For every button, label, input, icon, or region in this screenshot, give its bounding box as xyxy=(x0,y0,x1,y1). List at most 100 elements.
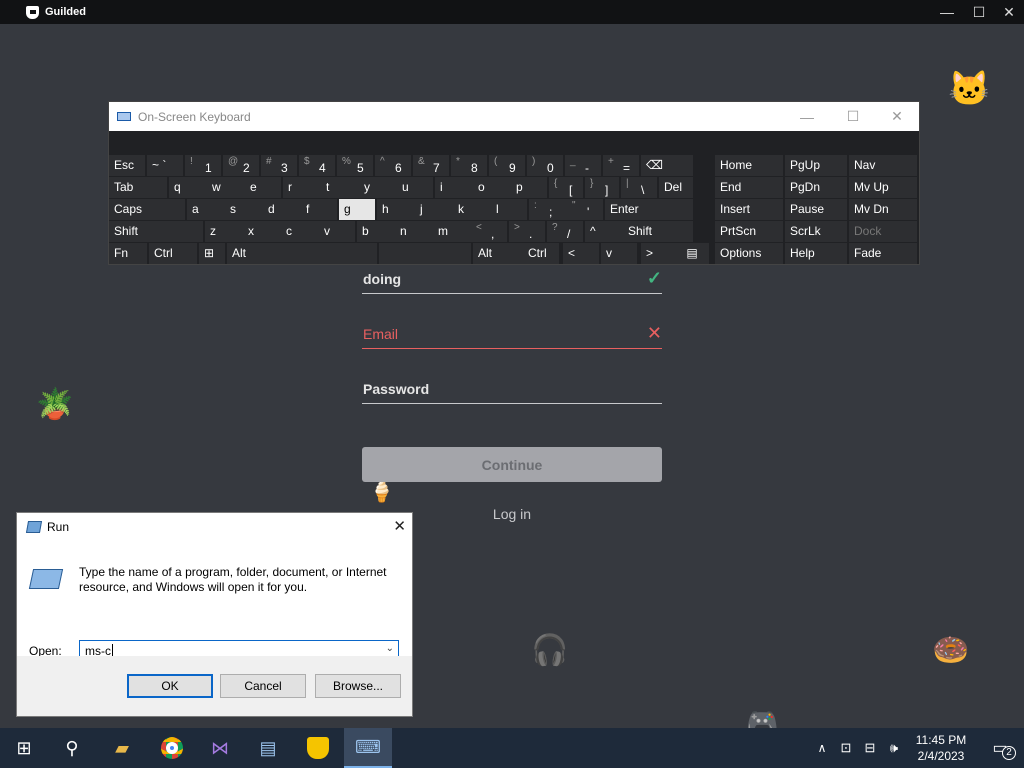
osk-key-2[interactable]: @2 xyxy=(223,155,259,176)
osk-key-symbol1-13[interactable]: | \ xyxy=(621,177,657,198)
windows-start-icon[interactable]: ⊞ xyxy=(0,728,48,768)
ethernet-icon[interactable]: ⊟ xyxy=(858,728,882,768)
osk-key-3[interactable]: #3 xyxy=(261,155,297,176)
osk-key-prtscn[interactable]: PrtScn xyxy=(715,221,783,242)
osk-key-r[interactable]: r xyxy=(283,177,321,198)
osk-key-j[interactable]: j xyxy=(415,199,453,220)
on-screen-keyboard-app-icon[interactable]: ⌨ xyxy=(344,728,392,768)
osk-key-u[interactable]: u xyxy=(397,177,433,198)
chevron-up-icon[interactable]: ∧ xyxy=(810,728,834,768)
network-icon[interactable]: ⊡ xyxy=(834,728,858,768)
osk-minimize-button[interactable]: — xyxy=(785,102,829,131)
osk-key-c[interactable]: c xyxy=(281,221,319,242)
osk-key-symbol2-11[interactable]: " ' xyxy=(567,199,603,220)
osk-key-4[interactable]: $4 xyxy=(299,155,335,176)
osk-key-fade[interactable]: Fade xyxy=(849,243,917,264)
osk-key-options[interactable]: Options xyxy=(715,243,783,264)
osk-key-home[interactable]: Home xyxy=(715,155,783,176)
osk-key-Del[interactable]: Del xyxy=(659,177,693,198)
osk-key-help[interactable]: Help xyxy=(785,243,847,264)
osk-maximize-button[interactable]: ☐ xyxy=(831,102,875,131)
continue-button[interactable]: Continue xyxy=(362,447,662,482)
password-field[interactable]: Password xyxy=(362,378,662,404)
osk-key-Shift[interactable]: Shift xyxy=(109,221,203,242)
osk-key-x[interactable]: x xyxy=(243,221,281,242)
osk-key-symbol1-12[interactable]: }] xyxy=(585,177,619,198)
osk-key-w[interactable]: w xyxy=(207,177,245,198)
osk-key-symbol2-10[interactable]: :; xyxy=(529,199,567,220)
osk-key-Esc[interactable]: Esc xyxy=(109,155,145,176)
osk-key-dock[interactable]: Dock xyxy=(849,221,917,242)
guilded-close-button[interactable]: ✕ xyxy=(994,0,1024,24)
osk-key-s[interactable]: s xyxy=(225,199,263,220)
osk-key-y[interactable]: y xyxy=(359,177,397,198)
osk-key-insert[interactable]: Insert xyxy=(715,199,783,220)
osk-key-pgdn[interactable]: PgDn xyxy=(785,177,847,198)
email-field[interactable]: Email ✕ xyxy=(362,323,662,349)
file-explorer-icon[interactable]: ▰ xyxy=(98,728,146,768)
osk-key-g[interactable]: g xyxy=(339,199,375,220)
osk-key-symbol4-4[interactable] xyxy=(379,243,471,264)
osk-key-v[interactable]: v xyxy=(319,221,355,242)
osk-key-t[interactable]: t xyxy=(321,177,359,198)
osk-key-q[interactable]: q xyxy=(169,177,207,198)
ok-button[interactable]: OK xyxy=(127,674,213,698)
osk-key-pgup[interactable]: PgUp xyxy=(785,155,847,176)
osk-key-symbol4-7[interactable]: < xyxy=(563,243,599,264)
osk-key-5[interactable]: % 5 xyxy=(337,155,373,176)
osk-key-symbol3-9[interactable]: >. xyxy=(509,221,545,242)
osk-key-7[interactable]: & 7 xyxy=(413,155,449,176)
osk-key-m[interactable]: m xyxy=(433,221,471,242)
osk-key-mv-up[interactable]: Mv Up xyxy=(849,177,917,198)
osk-key-symbol0-1[interactable]: ~ ` xyxy=(147,155,183,176)
osk-key-i[interactable]: i xyxy=(435,177,473,198)
osk-key-o[interactable]: o xyxy=(473,177,511,198)
osk-key-z[interactable]: z xyxy=(205,221,243,242)
remote-desktop-icon[interactable]: ▤ xyxy=(244,728,292,768)
speaker-icon[interactable]: 🕪 xyxy=(882,728,906,768)
osk-key-symbol3-8[interactable]: <, xyxy=(471,221,507,242)
username-field[interactable]: doing ✓ xyxy=(362,268,662,294)
osk-key-k[interactable]: k xyxy=(453,199,491,220)
run-close-icon[interactable]: ✕ xyxy=(393,517,406,535)
osk-key-a[interactable]: a xyxy=(187,199,225,220)
system-clock[interactable]: 11:45 PM 2/4/2023 xyxy=(906,732,976,764)
osk-key-d[interactable]: d xyxy=(263,199,301,220)
chrome-icon[interactable] xyxy=(148,728,196,768)
notification-icon[interactable]: ▭ 2 xyxy=(980,728,1020,768)
osk-key-Caps[interactable]: Caps xyxy=(109,199,185,220)
osk-key-Tab[interactable]: Tab xyxy=(109,177,167,198)
osk-key-symbol0-14[interactable]: ⌫ xyxy=(641,155,693,176)
osk-key-9[interactable]: (9 xyxy=(489,155,525,176)
osk-key-6[interactable]: ^ 6 xyxy=(375,155,411,176)
osk-key-e[interactable]: e xyxy=(245,177,281,198)
osk-key-Shift[interactable]: Shift xyxy=(623,221,693,242)
osk-key-Ctrl[interactable]: Ctrl xyxy=(149,243,197,264)
osk-key-mv-dn[interactable]: Mv Dn xyxy=(849,199,917,220)
browse-button[interactable]: Browse... xyxy=(315,674,401,698)
guilded-maximize-button[interactable]: ☐ xyxy=(964,0,994,24)
osk-key-h[interactable]: h xyxy=(377,199,415,220)
osk-key-b[interactable]: b xyxy=(357,221,395,242)
osk-key-Alt[interactable]: Alt xyxy=(227,243,377,264)
osk-key-pause[interactable]: Pause xyxy=(785,199,847,220)
osk-key-f[interactable]: f xyxy=(301,199,337,220)
osk-key-symbol4-2[interactable]: ⊞ xyxy=(199,243,225,264)
chevron-down-icon[interactable]: ⌄ xyxy=(386,643,394,654)
guilded-app-icon[interactable] xyxy=(294,728,342,768)
osk-key-p[interactable]: p xyxy=(511,177,547,198)
search-icon[interactable]: ⚲ xyxy=(48,728,96,768)
osk-close-button[interactable]: ✕ xyxy=(875,102,919,131)
osk-key-symbol3-10[interactable]: ? / xyxy=(547,221,583,242)
osk-key-Fn[interactable]: Fn xyxy=(109,243,147,264)
osk-key-Alt[interactable]: Alt xyxy=(473,243,523,264)
osk-key-l[interactable]: l xyxy=(491,199,527,220)
osk-key-Enter[interactable]: Enter xyxy=(605,199,693,220)
osk-key-nav[interactable]: Nav xyxy=(849,155,917,176)
osk-key-v[interactable]: v xyxy=(601,243,637,264)
guilded-minimize-button[interactable]: — xyxy=(932,0,962,24)
osk-key-end[interactable]: End xyxy=(715,177,783,198)
osk-key-1[interactable]: ! 1 xyxy=(185,155,221,176)
osk-key-8[interactable]: * 8 xyxy=(451,155,487,176)
osk-key-symbol0-13[interactable]: + = xyxy=(603,155,639,176)
